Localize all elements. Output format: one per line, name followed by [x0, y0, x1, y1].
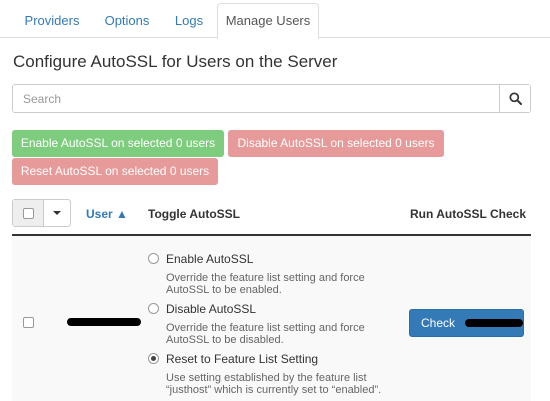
select-options-dropdown[interactable]	[44, 200, 70, 226]
tab-bar: Providers Options Logs Manage Users	[0, 0, 550, 39]
option-label-enable: Enable AutoSSL	[166, 252, 254, 266]
tab-manage-users[interactable]: Manage Users	[217, 3, 319, 39]
page-title: Configure AutoSSL for Users on the Serve…	[13, 52, 338, 71]
option-desc-disable: Override the feature list setting and fo…	[166, 322, 365, 346]
redacted-username-in-button	[465, 319, 523, 327]
radio-reset-feature-list[interactable]	[148, 353, 159, 364]
radio-enable-autossl[interactable]	[148, 253, 159, 264]
radio-disable-autossl[interactable]	[148, 303, 159, 314]
checkbox-box	[22, 207, 34, 219]
caret-down-icon	[53, 211, 61, 215]
option-desc-reset: Use setting established by the feature l…	[166, 372, 382, 396]
search-button[interactable]	[499, 85, 530, 112]
search-bar	[12, 84, 531, 113]
checkbox-box	[23, 317, 34, 328]
check-button-label: Check	[421, 316, 456, 330]
option-label-reset: Reset to Feature List Setting	[166, 352, 319, 366]
tab-options[interactable]: Options	[93, 6, 161, 38]
disable-autossl-selected-button[interactable]: Disable AutoSSL on selected 0 users	[228, 130, 444, 157]
search-icon	[508, 92, 522, 105]
row-select-checkbox[interactable]	[23, 317, 34, 328]
option-desc-enable: Override the feature list setting and fo…	[166, 272, 365, 296]
select-all-checkbox[interactable]	[13, 200, 44, 226]
reset-autossl-selected-button[interactable]: Reset AutoSSL on selected 0 users	[12, 158, 218, 185]
column-header-user[interactable]: User ▲	[86, 207, 128, 221]
tab-providers[interactable]: Providers	[13, 6, 91, 38]
column-header-run-autossl-check: Run AutoSSL Check	[410, 207, 527, 221]
select-all-group	[12, 199, 71, 227]
option-label-disable: Disable AutoSSL	[166, 302, 257, 316]
redacted-username	[67, 318, 141, 326]
column-header-toggle-autossl: Toggle AutoSSL	[148, 207, 240, 221]
enable-autossl-selected-button[interactable]: Enable AutoSSL on selected 0 users	[12, 130, 224, 157]
search-input[interactable]	[13, 85, 499, 112]
tab-logs[interactable]: Logs	[163, 6, 215, 38]
